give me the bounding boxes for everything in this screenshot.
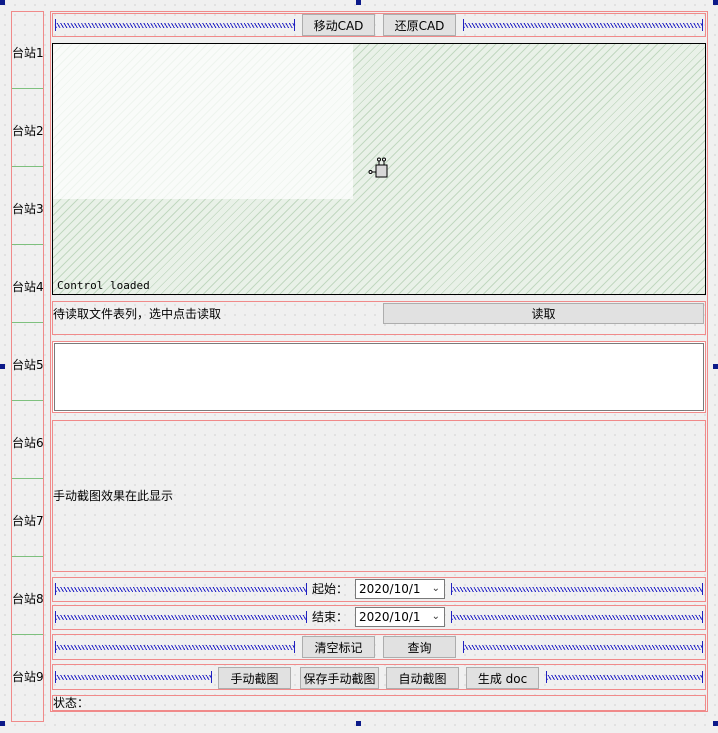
station-divider [12,166,43,167]
file-list-frame [52,341,706,413]
station-list: 台站1 台站2 台站3 台站4 台站5 台站6 台站7 台站8 台站9 [11,11,44,722]
resize-handle-middle-right[interactable] [713,364,718,369]
end-date-picker[interactable]: 2020/10/1 ⌄ [355,607,445,627]
cad-status-text: Control loaded [57,279,150,292]
station-item-4[interactable]: 台站4 [12,246,44,323]
station-divider [12,400,43,401]
resize-handle-bottom-center[interactable] [356,721,361,726]
station-label: 台站9 [12,670,44,684]
cad-highlight-region [53,44,353,199]
station-item-9[interactable]: 台站9 [12,636,44,713]
station-label: 台站7 [12,514,44,528]
station-divider [12,556,43,557]
station-item-3[interactable]: 台站3 [12,168,44,245]
status-bar [52,695,706,711]
horizontal-spacer [55,583,307,595]
auto-capture-button[interactable]: 自动截图 [386,667,459,689]
move-cad-button[interactable]: 移动CAD [302,14,375,36]
start-date-picker[interactable]: 2020/10/1 ⌄ [355,579,445,599]
horizontal-spacer [55,611,307,623]
horizontal-spacer [451,611,703,623]
start-date-value: 2020/10/1 [359,582,421,596]
horizontal-spacer [463,641,703,653]
preview-placeholder: 手动截图效果在此显示 [53,489,174,503]
horizontal-spacer [451,583,703,595]
query-button[interactable]: 查询 [383,636,456,658]
station-label: 台站6 [12,436,44,450]
file-list[interactable] [54,343,704,411]
horizontal-spacer [55,671,212,683]
station-item-6[interactable]: 台站6 [12,402,44,479]
station-label: 台站8 [12,592,44,606]
resize-handle-top-center[interactable] [356,0,361,5]
restore-cad-button[interactable]: 还原CAD [383,14,456,36]
status-label: 状态： [53,696,90,710]
station-divider [12,88,43,89]
horizontal-spacer [546,671,703,683]
resize-handle-middle-left[interactable] [0,364,5,369]
station-label: 台站4 [12,280,44,294]
clear-marks-button[interactable]: 清空标记 [302,636,375,658]
station-label: 台站1 [12,46,44,60]
station-item-8[interactable]: 台站8 [12,558,44,635]
station-item-5[interactable]: 台站5 [12,324,44,401]
manual-capture-button[interactable]: 手动截图 [218,667,291,689]
resize-handle-top-left[interactable] [0,0,5,5]
station-item-7[interactable]: 台站7 [12,480,44,557]
horizontal-spacer [55,19,295,31]
station-label: 台站2 [12,124,44,138]
horizontal-spacer [463,19,703,31]
cad-viewer[interactable]: Control loaded [52,43,706,295]
end-date-label: 结束： [312,610,349,624]
resize-handle-top-right[interactable] [713,0,718,5]
station-divider [12,322,43,323]
generate-doc-button[interactable]: 生成 doc [466,667,539,689]
station-item-2[interactable]: 台站2 [12,90,44,167]
resize-handle-bottom-left[interactable] [0,721,5,726]
resize-handle-bottom-right[interactable] [713,721,718,726]
station-divider [12,244,43,245]
horizontal-spacer [55,641,295,653]
file-list-prompt: 待读取文件表列，选中点击读取 [53,307,222,321]
end-date-value: 2020/10/1 [359,610,421,624]
station-divider [12,478,43,479]
chevron-down-icon[interactable]: ⌄ [432,608,440,626]
start-date-label: 起始： [312,582,349,596]
read-button[interactable]: 读取 [383,303,704,324]
activex-control-icon [368,157,388,178]
save-manual-capture-button[interactable]: 保存手动截图 [300,667,379,689]
chevron-down-icon[interactable]: ⌄ [432,580,440,598]
station-label: 台站3 [12,202,44,216]
station-item-1[interactable]: 台站1 [12,12,44,89]
station-divider [12,634,43,635]
station-label: 台站5 [12,358,44,372]
